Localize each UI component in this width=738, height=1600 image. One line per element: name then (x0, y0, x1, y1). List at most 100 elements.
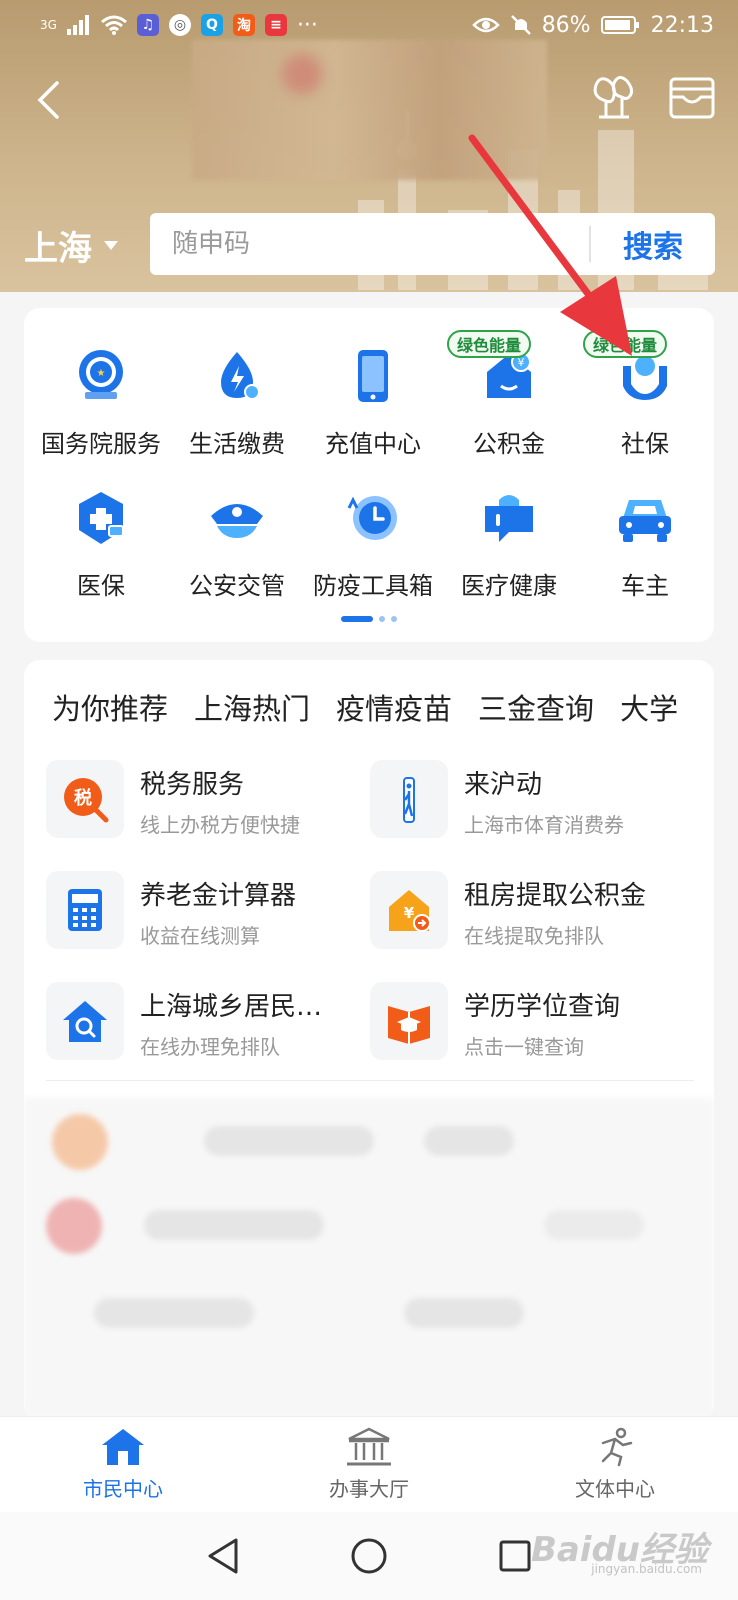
rec-texts: 学历学位查询 点击一键查询 (464, 986, 620, 1060)
page-dot-active (341, 616, 373, 622)
rec-subtitle: 线上办税方便快捷 (140, 813, 300, 837)
nav-citizen-center[interactable]: 市民中心 (0, 1417, 246, 1512)
medical-insurance-icon (79, 492, 124, 544)
service-label: 防疫工具箱 (313, 572, 433, 600)
service-medical-insurance[interactable]: 医保 (33, 472, 169, 614)
battery-icon (600, 16, 639, 34)
list-item[interactable]: ¥ 租房提取公积金 在线提取免排队 (370, 871, 694, 982)
utility-payment-icon (221, 352, 260, 400)
list-item[interactable]: 上海城乡居民… 在线办理免排队 (46, 982, 370, 1093)
page-dot (391, 616, 397, 622)
rent-house-icon: ¥ (389, 890, 431, 932)
list-item[interactable]: 税 税务服务 线上办税方便快捷 (46, 760, 370, 871)
battery-percent: 86% (541, 12, 591, 38)
police-cap-icon (211, 504, 263, 538)
rec-icon-bg (370, 760, 448, 838)
service-social-security[interactable]: 绿色能量 社保 (577, 330, 713, 472)
system-home-button[interactable] (344, 1531, 394, 1581)
tree-energy-button[interactable] (588, 72, 640, 124)
caret-down-icon (104, 240, 118, 250)
service-label: 公积金 (473, 430, 545, 458)
rec-title: 养老金计算器 (140, 881, 297, 911)
service-label: 社保 (621, 430, 669, 458)
wifi-icon (100, 15, 127, 35)
system-back-button[interactable] (198, 1531, 248, 1581)
services-grid: ★ 国务院服务 生活缴费 充值中心 绿色能量 ¥ 公积金 绿色能量 社保 医保 … (24, 330, 714, 614)
recommend-tabs: 为你推荐 上海热门 疫情疫苗 三金查询 大学 (52, 686, 678, 728)
blurred-text (404, 1298, 524, 1328)
service-utility-payment[interactable]: 生活缴费 (169, 330, 305, 472)
service-label: 车主 (621, 572, 669, 600)
epidemic-clock-icon (347, 496, 397, 540)
nav-culture-sports[interactable]: 文体中心 (492, 1417, 738, 1512)
svg-text:★: ★ (97, 368, 106, 379)
graduation-icon (388, 1006, 430, 1044)
service-label: 生活缴费 (189, 430, 285, 458)
page-dot (379, 616, 385, 622)
health-chat-icon (485, 495, 533, 542)
service-housing-fund[interactable]: 绿色能量 ¥ 公积金 (441, 330, 577, 472)
rec-icon-bg (46, 982, 124, 1060)
rec-texts: 税务服务 线上办税方便快捷 (140, 764, 300, 838)
list-item[interactable]: 养老金计算器 收益在线测算 (46, 871, 370, 982)
nav-service-hall[interactable]: 办事大厅 (246, 1417, 492, 1512)
tree-icon (593, 76, 634, 119)
service-epidemic-toolbox[interactable]: 防疫工具箱 (305, 472, 441, 614)
rec-texts: 上海城乡居民… 在线办理免排队 (140, 986, 322, 1060)
city-selector[interactable]: 上海 (24, 220, 118, 270)
tab-university[interactable]: 大学 (620, 686, 678, 728)
eye-icon (471, 17, 500, 33)
search-app-icon: Q (200, 14, 223, 36)
home-icon (102, 1429, 144, 1465)
list-item[interactable]: 学历学位查询 点击一键查询 (370, 982, 694, 1093)
rec-icon-bg: ¥ (370, 871, 448, 949)
card-holder-icon (669, 77, 715, 119)
blurred-icon (46, 1198, 102, 1254)
service-medical-health[interactable]: 医疗健康 (441, 472, 577, 614)
back-button[interactable] (26, 72, 70, 128)
service-state-council[interactable]: ★ 国务院服务 (33, 330, 169, 472)
service-car-owner[interactable]: 车主 (577, 472, 713, 614)
blurred-logo (282, 54, 322, 94)
rec-title: 上海城乡居民… (140, 992, 323, 1022)
triangle-back-icon (208, 1538, 238, 1574)
rec-icon-bg (370, 982, 448, 1060)
nav-label: 市民中心 (83, 1477, 163, 1501)
svg-text:¥: ¥ (404, 904, 415, 922)
rec-title: 租房提取公积金 (464, 881, 647, 911)
service-police-traffic[interactable]: 公安交管 (169, 472, 305, 614)
house-search-icon (63, 1001, 107, 1042)
service-label: 医保 (77, 572, 125, 600)
clock: 22:13 (650, 12, 714, 38)
tab-shanghai-hot[interactable]: 上海热门 (194, 686, 310, 728)
card-wallet-button[interactable] (666, 72, 718, 124)
circle-home-icon (351, 1538, 387, 1574)
blurred-text (544, 1210, 644, 1240)
more-notifications: ··· (296, 12, 318, 38)
recommend-card: 为你推荐 上海热门 疫情疫苗 三金查询 大学 税 税务服务 线上办税方便快捷 来… (24, 660, 714, 1420)
tab-epidemic-vaccine[interactable]: 疫情疫苗 (336, 686, 452, 728)
calculator-icon (68, 889, 102, 931)
network-type: 3G (40, 18, 57, 32)
government-hall-icon (347, 1427, 391, 1466)
list-item[interactable]: 来沪动 上海市体育消费券 (370, 760, 694, 871)
service-label: 国务院服务 (41, 430, 161, 458)
search-box: 搜索 (150, 213, 715, 275)
rec-texts: 养老金计算器 收益在线测算 (140, 875, 296, 949)
search-input[interactable] (150, 213, 589, 275)
phone-recharge-icon (358, 350, 388, 402)
rec-icon-bg: 税 (46, 760, 124, 838)
search-button[interactable]: 搜索 (591, 222, 715, 266)
tax-icon: 税 (64, 778, 109, 823)
rec-subtitle: 在线办理免排队 (140, 1035, 280, 1059)
rec-subtitle: 在线提取免排队 (464, 924, 604, 948)
service-recharge-center[interactable]: 充值中心 (305, 330, 441, 472)
recommend-list: 税 税务服务 线上办税方便快捷 来沪动 上海市体育消费券 养老金计算器 收益在线… (46, 760, 696, 1093)
rec-texts: 租房提取公积金 在线提取免排队 (464, 875, 646, 949)
rec-title: 学历学位查询 (464, 992, 621, 1022)
tab-three-funds[interactable]: 三金查询 (478, 686, 594, 728)
rec-subtitle: 点击一键查询 (464, 1035, 584, 1059)
page-indicator (24, 616, 714, 622)
tab-for-you[interactable]: 为你推荐 (52, 686, 168, 728)
blurred-text (424, 1126, 514, 1156)
